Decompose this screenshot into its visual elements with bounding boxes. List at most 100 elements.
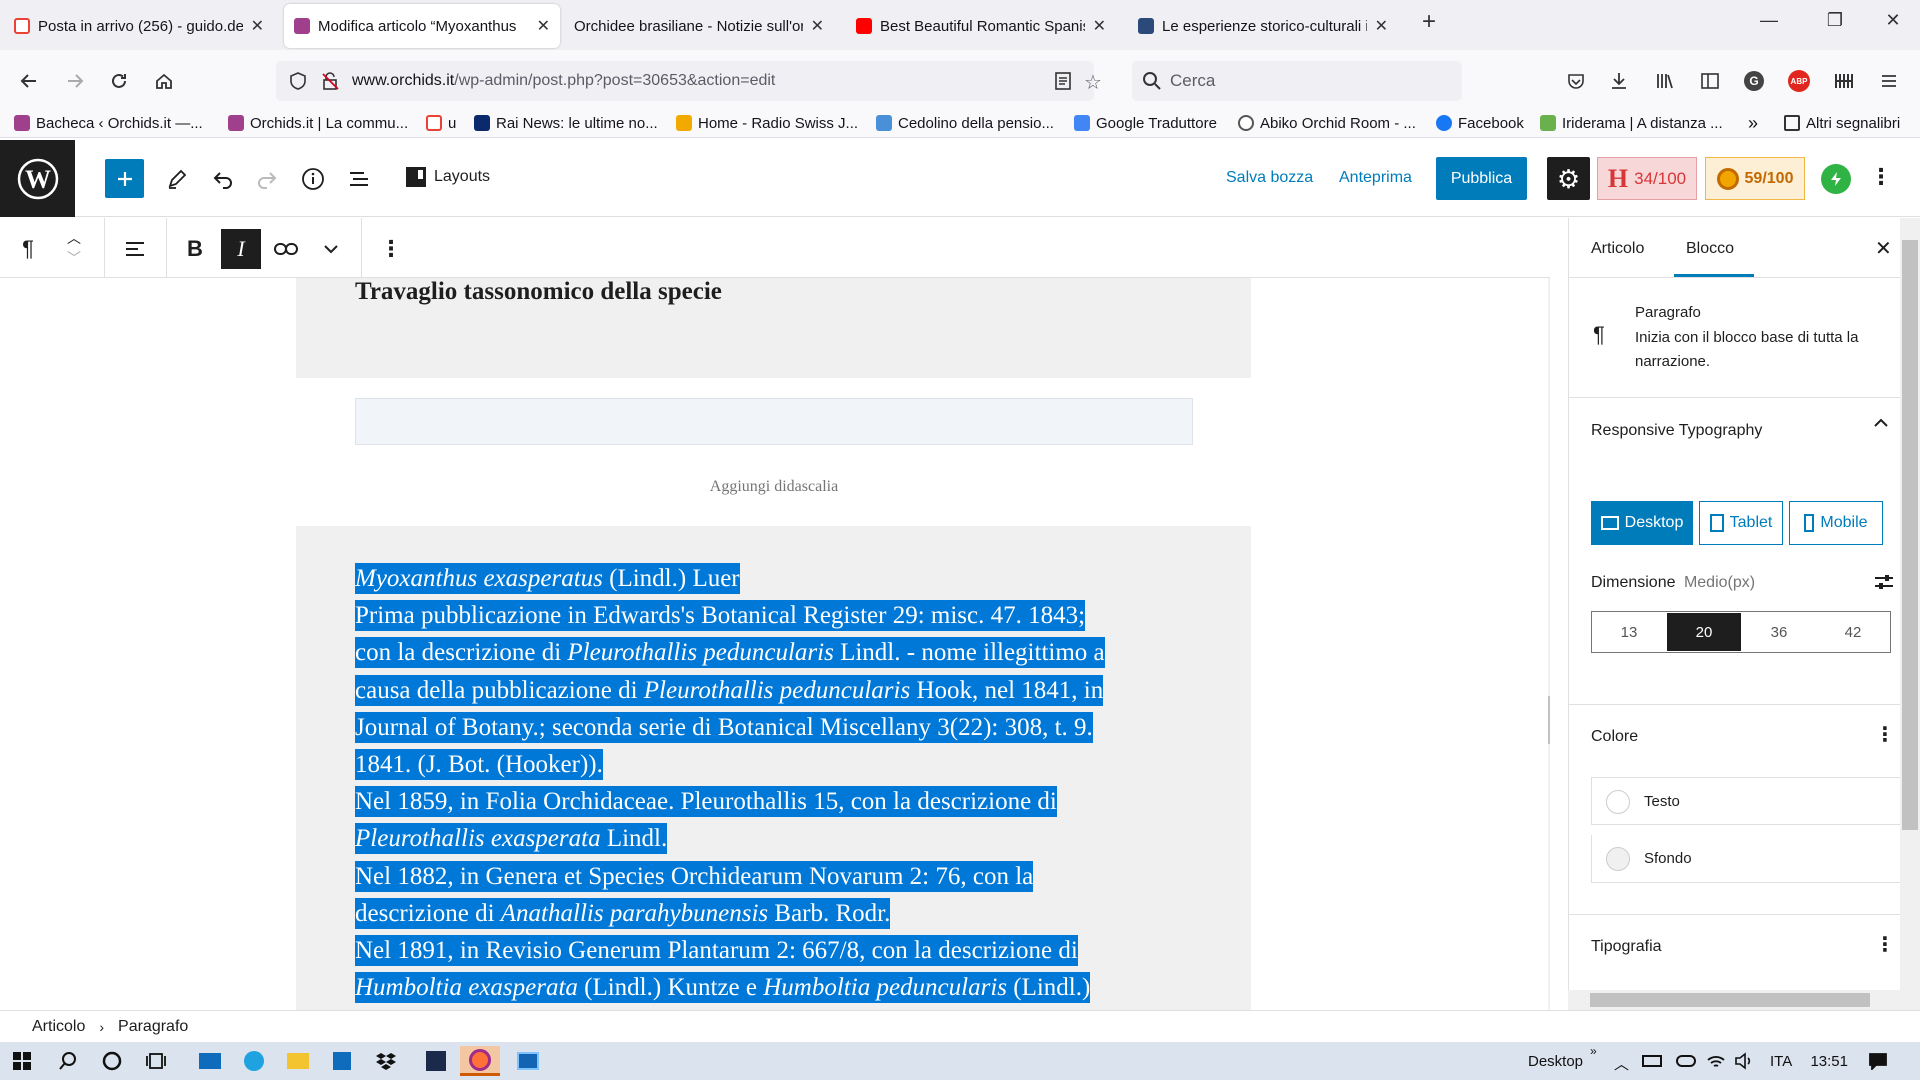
search-input[interactable]: Cerca — [1132, 61, 1462, 101]
jetpack-icon[interactable] — [1821, 164, 1851, 194]
close-icon[interactable]: ✕ — [811, 16, 824, 36]
responsive-typography-toggle[interactable]: Responsive Typography — [1591, 422, 1762, 440]
clock-time[interactable]: 13:51 — [1808, 1053, 1848, 1070]
star-icon[interactable]: ☆ — [1084, 70, 1102, 95]
bookmark-item[interactable]: Home - Radio Swiss J... — [676, 112, 858, 134]
chevron-up-icon[interactable] — [1873, 418, 1889, 428]
bookmark-item[interactable]: Google Traduttore — [1074, 112, 1217, 134]
font-size-option[interactable]: 36 — [1742, 612, 1816, 652]
custom-size-settings-icon[interactable] — [1873, 572, 1895, 592]
tab-esperienze[interactable]: Le esperienze storico-culturali in ✕ — [1128, 4, 1398, 48]
file-explorer-icon[interactable] — [278, 1046, 318, 1076]
bookmark-item[interactable]: Abiko Orchid Room - ... — [1238, 112, 1416, 134]
paragraph-icon[interactable]: ¶ — [8, 229, 48, 269]
mail-app-icon[interactable] — [190, 1046, 230, 1076]
chevron-down-icon[interactable]: ﹀ — [67, 248, 81, 268]
breadcrumb-item-paragraph[interactable]: Paragrafo — [118, 1018, 188, 1036]
remote-desktop-icon[interactable] — [508, 1046, 548, 1076]
tab-gmail[interactable]: Posta in arrivo (256) - guido.de ✕ — [4, 4, 274, 48]
restore-icon[interactable]: ❐ — [1820, 10, 1850, 31]
tab-edit-post[interactable]: Modifica articolo “Myoxanthus ✕ — [284, 4, 560, 48]
move-block-arrows[interactable]: ︿ ﹀ — [62, 228, 86, 268]
url-bar[interactable]: www.orchids.it/wp-admin/post.php?post=30… — [276, 61, 1102, 101]
lock-insecure-icon[interactable] — [320, 71, 340, 91]
tab-orchidee-brasiliane[interactable]: Orchidee brasiliane - Notizie sull'or ✕ — [564, 4, 834, 48]
app-icon[interactable] — [416, 1046, 456, 1076]
font-size-option[interactable]: 42 — [1816, 612, 1890, 652]
bookmark-item[interactable]: Orchids.it | La commu... — [228, 112, 408, 134]
task-view-icon[interactable] — [136, 1046, 176, 1076]
font-size-option[interactable]: 13 — [1592, 612, 1666, 652]
block-options-kebab-icon[interactable]: ⋮ — [371, 229, 411, 269]
bookmark-item[interactable]: Bacheca ‹ Orchids.it —... — [14, 112, 203, 134]
sidebar-scroll-thumb[interactable] — [1902, 240, 1918, 830]
chevron-up-icon[interactable]: ︿ — [67, 228, 81, 248]
bookmarks-overflow-icon[interactable]: » — [1748, 112, 1758, 134]
device-mobile-button[interactable]: Mobile — [1789, 501, 1883, 545]
tab-youtube[interactable]: Best Beautiful Romantic Spanis ✕ — [846, 4, 1116, 48]
add-block-button[interactable] — [105, 159, 144, 198]
edit-pencil-icon[interactable] — [158, 160, 196, 198]
adblock-icon[interactable]: ABP — [1786, 68, 1812, 94]
link-icon[interactable] — [266, 229, 306, 269]
headline-score-badge[interactable]: H 34/100 — [1597, 157, 1697, 200]
dropbox-icon[interactable] — [366, 1046, 406, 1076]
window-close-icon[interactable]: ✕ — [1878, 10, 1908, 31]
font-size-option-selected[interactable]: 20 — [1667, 613, 1741, 651]
forward-icon[interactable] — [62, 68, 88, 94]
minimize-icon[interactable]: — — [1754, 10, 1784, 31]
tab-block[interactable]: Blocco — [1686, 240, 1734, 258]
close-icon[interactable]: ✕ — [1375, 16, 1388, 36]
publish-button[interactable]: Pubblica — [1436, 157, 1527, 200]
firefox-icon[interactable] — [460, 1046, 500, 1076]
search-icon[interactable] — [48, 1046, 88, 1076]
taskbar-desktop-label[interactable]: Desktop — [1528, 1053, 1583, 1070]
color-background-option[interactable]: Sfondo — [1591, 835, 1901, 883]
close-icon[interactable]: ✕ — [1093, 16, 1106, 36]
details-info-icon[interactable] — [294, 160, 332, 198]
volume-icon[interactable] — [1724, 1046, 1764, 1076]
sidebar-horizontal-scroll-thumb[interactable] — [1590, 993, 1870, 1007]
seo-score-badge[interactable]: 59/100 — [1705, 157, 1805, 200]
tab-post[interactable]: Articolo — [1591, 240, 1644, 258]
settings-gear-button[interactable]: ⚙ — [1547, 157, 1590, 200]
close-icon[interactable]: ✕ — [537, 16, 550, 36]
bookmark-item[interactable]: u — [426, 112, 456, 134]
device-tablet-button[interactable]: Tablet — [1699, 501, 1783, 545]
color-text-option[interactable]: Testo — [1591, 777, 1901, 825]
library-icon[interactable] — [1652, 68, 1678, 94]
extension-bars-icon[interactable] — [1831, 68, 1857, 94]
edge-icon[interactable] — [234, 1046, 274, 1076]
new-tab-icon[interactable]: + — [1414, 8, 1444, 36]
close-sidebar-icon[interactable]: ✕ — [1875, 236, 1892, 261]
shield-icon[interactable] — [288, 71, 308, 91]
layouts-button[interactable]: Layouts — [406, 167, 490, 187]
save-draft-button[interactable]: Salva bozza — [1226, 169, 1313, 187]
bookmark-item[interactable]: Cedolino della pensio... — [876, 112, 1054, 134]
undo-icon[interactable] — [204, 160, 242, 198]
options-kebab-icon[interactable]: ⋮ — [1870, 164, 1892, 190]
color-options-kebab-icon[interactable]: ⋮ — [1875, 722, 1895, 747]
breadcrumb-item-post[interactable]: Articolo — [32, 1018, 85, 1036]
redo-icon[interactable] — [248, 160, 286, 198]
list-view-icon[interactable] — [340, 160, 378, 198]
image-caption-input[interactable]: Aggiungi didascalia — [355, 478, 1193, 496]
windows-start-icon[interactable] — [2, 1046, 42, 1076]
bold-button[interactable]: B — [175, 229, 215, 269]
section-heading[interactable]: Travaglio tassonomico della specie — [355, 278, 722, 306]
home-icon[interactable] — [151, 68, 177, 94]
italic-button[interactable]: I — [221, 229, 261, 269]
preview-button[interactable]: Anteprima — [1339, 169, 1412, 187]
bookmark-item[interactable]: Facebook — [1436, 112, 1524, 134]
paragraph-block[interactable]: Myoxanthus exasperatus (Lindl.) Luer Prim… — [355, 560, 1185, 1006]
menu-icon[interactable] — [1876, 68, 1902, 94]
language-indicator[interactable]: ITA — [1770, 1053, 1792, 1070]
chevron-up-icon[interactable]: ︿ — [1614, 1053, 1629, 1074]
editor-scrollbar[interactable]: ︿ ﹀ — [1548, 278, 1550, 1010]
typography-options-kebab-icon[interactable]: ⋮ — [1875, 932, 1895, 957]
close-icon[interactable]: ✕ — [251, 16, 264, 36]
toolbar-overflow-icon[interactable]: » — [1590, 1044, 1597, 1058]
back-icon[interactable] — [16, 68, 42, 94]
sidebar-toggle-icon[interactable] — [1697, 68, 1723, 94]
pocket-icon[interactable] — [1563, 68, 1589, 94]
